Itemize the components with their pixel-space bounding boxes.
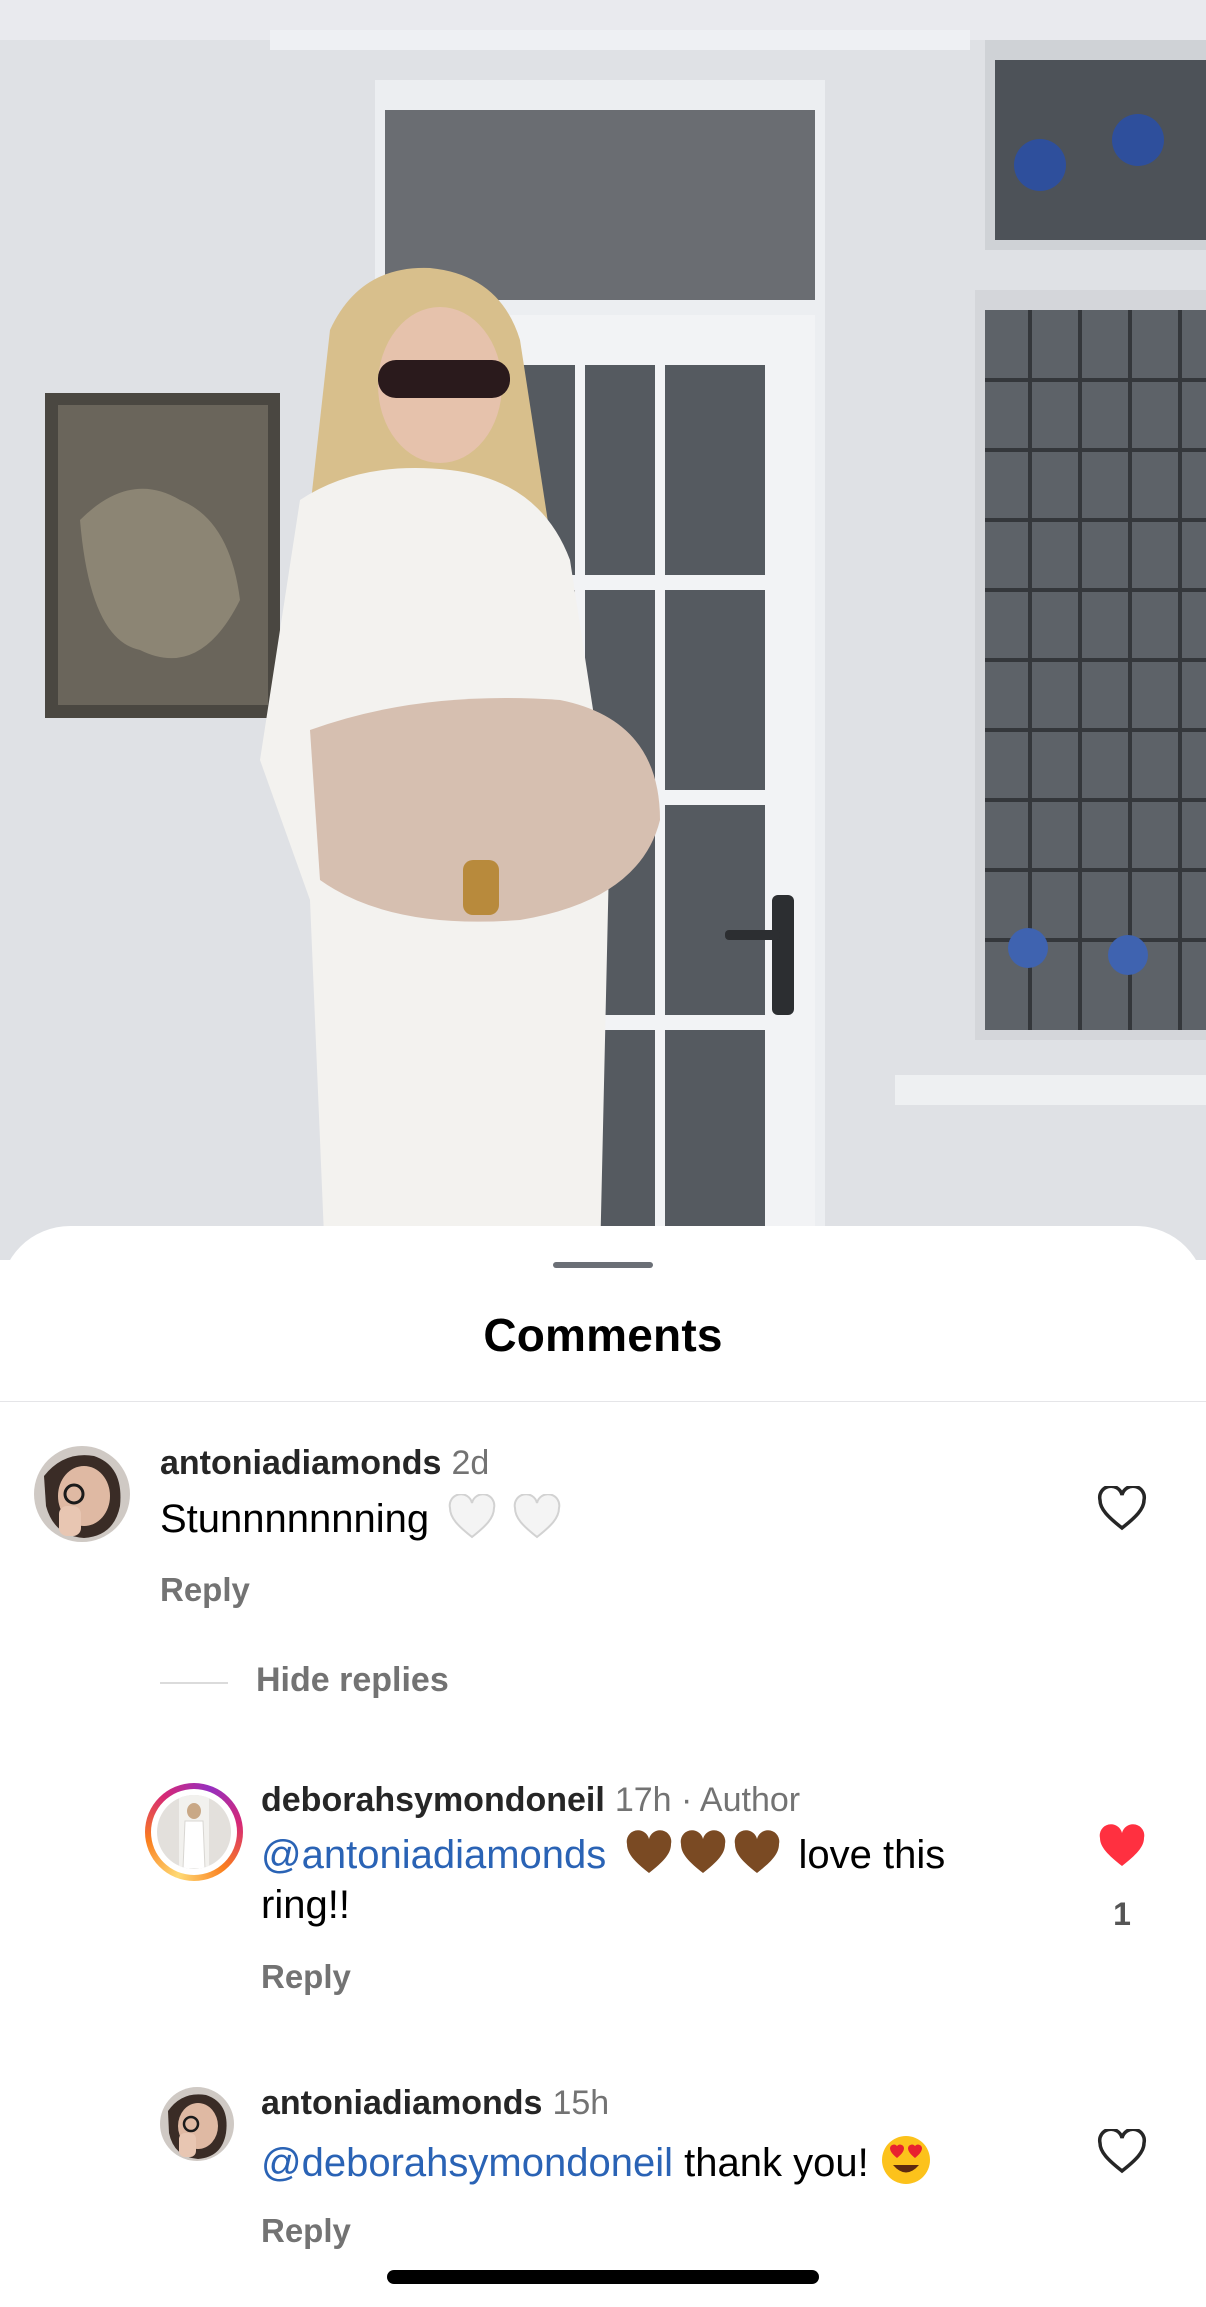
reply-button[interactable]: Reply bbox=[261, 2212, 351, 2250]
comment-meta: antoniadiamonds 2d bbox=[160, 1444, 489, 1483]
meta-separator: · bbox=[681, 1781, 693, 1819]
heart-filled-icon[interactable] bbox=[1097, 1824, 1147, 1870]
comment-username[interactable]: antoniadiamonds bbox=[160, 1444, 441, 1482]
comment-body: Stunnnnnnning bbox=[160, 1497, 430, 1541]
comment-time: 2d bbox=[451, 1444, 490, 1482]
thread-line bbox=[160, 1682, 228, 1684]
story-ring[interactable] bbox=[145, 1783, 243, 1881]
reply-text: @antoniadiamonds love this ring!! bbox=[261, 1830, 1021, 1930]
home-indicator[interactable] bbox=[387, 2270, 819, 2284]
comments-sheet: Comments antoniadiamonds 2d Stunnnnnnning… bbox=[0, 1226, 1206, 2307]
mention-link[interactable]: @antoniadiamonds bbox=[261, 1833, 606, 1877]
heart-outline-icon[interactable] bbox=[1097, 1486, 1147, 1532]
avatar[interactable] bbox=[160, 2087, 234, 2161]
white-heart-emoji bbox=[448, 1494, 567, 1541]
brown-heart-emoji bbox=[625, 1830, 798, 1877]
reply-time: 15h bbox=[552, 2084, 610, 2122]
avatar bbox=[157, 1795, 231, 1869]
mention-link[interactable]: @deborahsymondoneil bbox=[261, 2141, 673, 2185]
hide-replies-button[interactable]: Hide replies bbox=[256, 1661, 449, 1700]
sheet-grabber[interactable] bbox=[553, 1262, 653, 1268]
reply-username[interactable]: antoniadiamonds bbox=[261, 2084, 542, 2122]
comment-text: Stunnnnnnning bbox=[160, 1494, 567, 1544]
reply-button[interactable]: Reply bbox=[261, 1958, 351, 1996]
reply-button[interactable]: Reply bbox=[160, 1571, 250, 1609]
sheet-title: Comments bbox=[483, 1309, 723, 1361]
reply-body: thank you! bbox=[684, 2141, 869, 2185]
reply-text: @deborahsymondoneil thank you! bbox=[261, 2134, 932, 2188]
sheet-divider bbox=[0, 1401, 1206, 1402]
like-count: 1 bbox=[1113, 1896, 1131, 1932]
reply-meta: antoniadiamonds 15h bbox=[261, 2084, 609, 2123]
reel-background-photo bbox=[0, 0, 1206, 1260]
heart-outline-icon[interactable] bbox=[1097, 2129, 1147, 2175]
author-badge: Author bbox=[699, 1781, 801, 1819]
reply-username[interactable]: deborahsymondoneil bbox=[261, 1781, 605, 1819]
reply-time: 17h bbox=[614, 1781, 672, 1819]
reply-meta: deborahsymondoneil 17h · Author bbox=[261, 1781, 800, 1820]
avatar[interactable] bbox=[34, 1446, 130, 1542]
heart-eyes-emoji bbox=[881, 2136, 930, 2184]
